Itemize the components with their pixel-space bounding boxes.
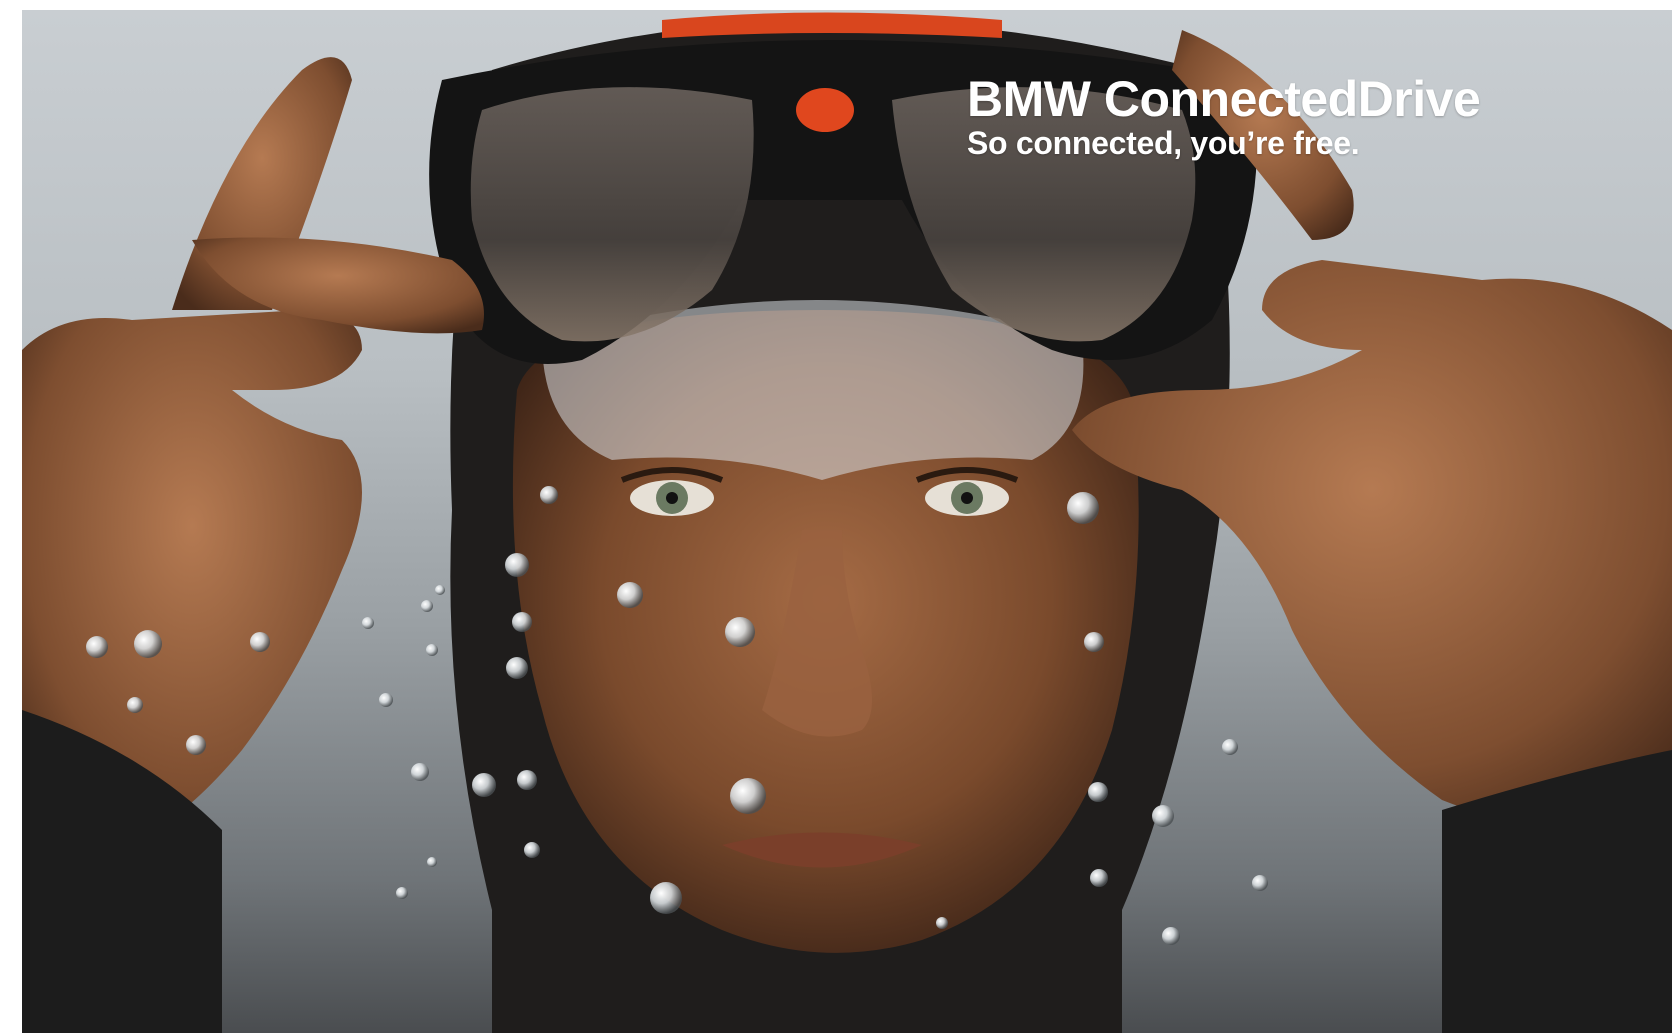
brand-title: BMW ConnectedDrive (967, 71, 1481, 127)
tagline: So connected, you’re free. (967, 125, 1360, 161)
diver-illustration (22, 12, 1672, 1033)
ad-headline: BMW ConnectedDrive So connected, you’re … (967, 71, 1481, 161)
ad-page: BMW ConnectedDrive So connected, you’re … (0, 0, 1672, 1033)
diver-photo: BMW ConnectedDrive So connected, you’re … (22, 10, 1672, 1033)
